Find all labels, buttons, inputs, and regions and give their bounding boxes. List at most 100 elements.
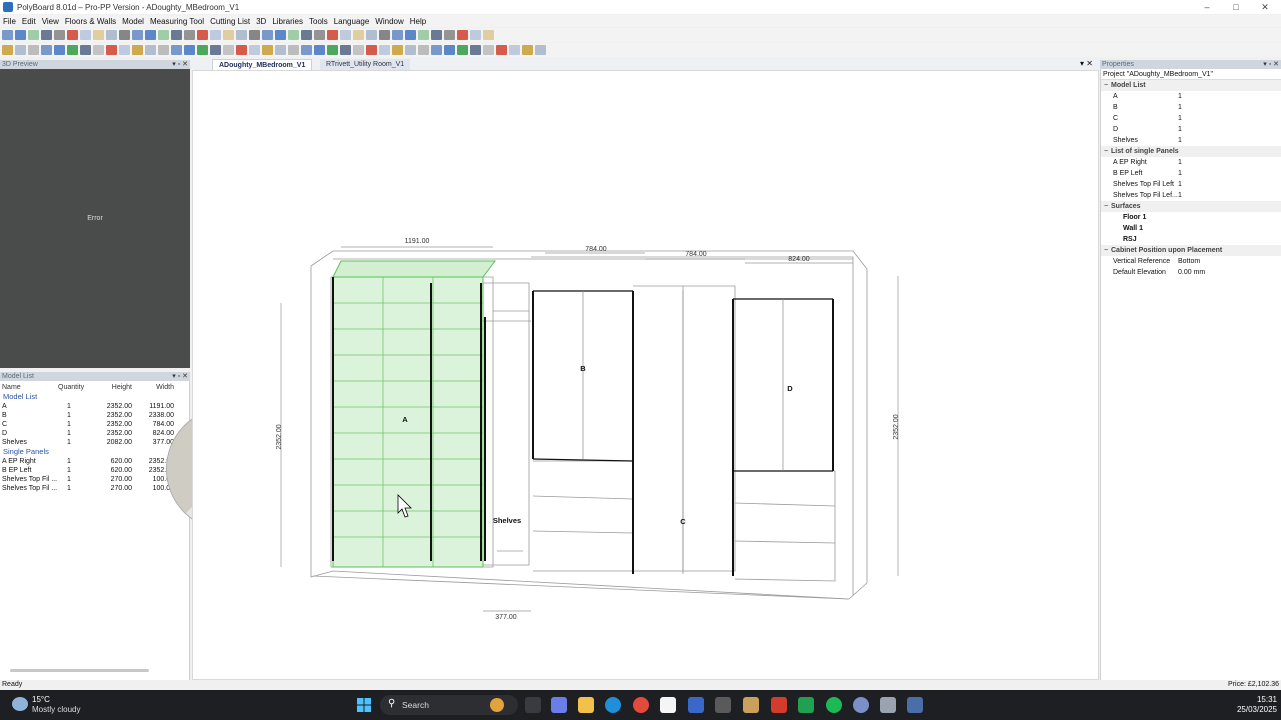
toolbar-tool-icon[interactable] <box>418 30 429 40</box>
model-list-group-label[interactable]: Model List <box>0 392 189 402</box>
toolbar-tool-icon[interactable] <box>132 30 143 40</box>
property-row[interactable]: RSJ <box>1101 234 1281 245</box>
toolbar-tool-icon[interactable] <box>288 30 299 40</box>
toolbar-tool-icon[interactable] <box>93 45 104 55</box>
model-list-row[interactable]: D 1 2352.00 824.00 <box>0 429 189 438</box>
toolbar-tool-icon[interactable] <box>80 45 91 55</box>
toolbar-tool-icon[interactable] <box>483 45 494 55</box>
toolbar-tool-icon[interactable] <box>15 30 26 40</box>
horizontal-scrollbar[interactable] <box>10 669 149 672</box>
property-value[interactable]: 1 <box>1178 124 1281 135</box>
toolbar-tool-icon[interactable] <box>470 45 481 55</box>
toolbar-tool-icon[interactable] <box>210 45 221 55</box>
model-list-row[interactable]: B EP Left 1 620.00 2352.00 <box>0 466 189 475</box>
toolbar-tool-icon[interactable] <box>67 30 78 40</box>
toolbar-tool-icon[interactable] <box>314 30 325 40</box>
notion-icon[interactable] <box>660 697 676 713</box>
property-row[interactable]: D1 <box>1101 124 1281 135</box>
toolbar-tool-icon[interactable] <box>119 45 130 55</box>
taskbar-search-box[interactable]: ⚲ Search <box>380 695 518 715</box>
property-category[interactable]: − List of single Panels <box>1101 146 1281 157</box>
toolbar-tool-icon[interactable] <box>54 45 65 55</box>
toolbar-tool-icon[interactable] <box>366 30 377 40</box>
menu-item-window[interactable]: Window <box>372 17 406 26</box>
toolbar-tool-icon[interactable] <box>366 45 377 55</box>
minimize-button[interactable]: – <box>1193 0 1221 14</box>
property-row[interactable]: B1 <box>1101 102 1281 113</box>
spotify-icon[interactable] <box>826 697 842 713</box>
drawing-canvas[interactable]: 1191.00 784.00 784.00 824.00 2352.00 235… <box>192 70 1099 680</box>
property-value[interactable]: 0.00 mm <box>1178 267 1281 278</box>
panel-controls[interactable]: ▾ ▫ ✕ <box>172 372 188 381</box>
property-value[interactable]: 1 <box>1178 91 1281 102</box>
toolbar-tool-icon[interactable] <box>444 30 455 40</box>
toolbar-tool-icon[interactable] <box>184 30 195 40</box>
toolbar-tool-icon[interactable] <box>431 30 442 40</box>
toolbar-tool-icon[interactable] <box>249 45 260 55</box>
panel-controls[interactable]: ▾ ▫ ✕ <box>172 60 188 69</box>
preview-3d-viewport[interactable]: Error <box>0 69 190 368</box>
toolbar-tool-icon[interactable] <box>509 45 520 55</box>
property-value[interactable] <box>1178 223 1281 234</box>
toolbar-tool-icon[interactable] <box>327 45 338 55</box>
toolbar-tool-icon[interactable] <box>210 30 221 40</box>
red-app-icon[interactable] <box>771 697 787 713</box>
model-list-row[interactable]: B 1 2352.00 2338.00 <box>0 411 189 420</box>
menu-item-model[interactable]: Model <box>119 17 147 26</box>
toolbar-tool-icon[interactable] <box>457 30 468 40</box>
polyboard-app-icon[interactable] <box>907 697 923 713</box>
toolbar-tool-icon[interactable] <box>171 30 182 40</box>
property-row[interactable]: A EP Right 1 <box>1101 157 1281 168</box>
menu-item-view[interactable]: View <box>39 17 62 26</box>
toolbar-tool-icon[interactable] <box>535 45 546 55</box>
toolbar-tool-icon[interactable] <box>301 30 312 40</box>
toolbar-tool-icon[interactable] <box>106 45 117 55</box>
toolbar-tool-icon[interactable] <box>392 45 403 55</box>
menu-item-file[interactable]: File <box>0 17 19 26</box>
toolbar-tool-icon[interactable] <box>184 45 195 55</box>
toolbar-tool-icon[interactable] <box>275 30 286 40</box>
toolbar-tool-icon[interactable] <box>54 30 65 40</box>
property-row[interactable]: Shelves 1 <box>1101 135 1281 146</box>
toolbar-tool-icon[interactable] <box>405 45 416 55</box>
toolbar-tool-icon[interactable] <box>379 45 390 55</box>
toolbar-tool-icon[interactable] <box>171 45 182 55</box>
property-row[interactable]: Default Elevation 0.00 mm <box>1101 267 1281 278</box>
menu-item-help[interactable]: Help <box>407 17 429 26</box>
property-row[interactable]: Wall 1 <box>1101 223 1281 234</box>
toolbar-tool-icon[interactable] <box>392 30 403 40</box>
toolbar-tool-icon[interactable] <box>405 30 416 40</box>
toolbar-tool-icon[interactable] <box>327 30 338 40</box>
property-row[interactable]: B EP Left 1 <box>1101 168 1281 179</box>
column-header-width[interactable]: Width <box>132 383 174 392</box>
property-value[interactable] <box>1178 234 1281 245</box>
cabinet-drawing[interactable]: 1191.00 784.00 784.00 824.00 2352.00 235… <box>193 71 1100 681</box>
collapse-icon[interactable]: − <box>1104 80 1111 91</box>
menu-item-language[interactable]: Language <box>331 17 373 26</box>
toolbar-tool-icon[interactable] <box>496 45 507 55</box>
tabs-controls[interactable]: ▾ ✕ <box>1080 59 1093 68</box>
edge-icon[interactable] <box>605 697 621 713</box>
toolbar-tool-icon[interactable] <box>262 30 273 40</box>
menu-item-cutting-list[interactable]: Cutting List <box>207 17 253 26</box>
menu-item-tools[interactable]: Tools <box>306 17 331 26</box>
toolbar-tool-icon[interactable] <box>379 30 390 40</box>
file-explorer-icon[interactable] <box>578 697 594 713</box>
toolbar-tool-icon[interactable] <box>236 30 247 40</box>
toolbar-tool-icon[interactable] <box>457 45 468 55</box>
toolbar-tool-icon[interactable] <box>223 45 234 55</box>
model-list-row[interactable]: C 1 2352.00 784.00 <box>0 420 189 429</box>
property-value[interactable]: 1 <box>1178 135 1281 146</box>
property-row[interactable]: Shelves Top Fil Left 1 <box>1101 179 1281 190</box>
property-row[interactable]: Floor 1 <box>1101 212 1281 223</box>
toolbar-tool-icon[interactable] <box>158 30 169 40</box>
toolbar-tool-icon[interactable] <box>431 45 442 55</box>
property-row[interactable]: Vertical Reference Bottom <box>1101 256 1281 267</box>
model-list-row[interactable]: Shelves Top Fil ... 1 270.00 100.00 <box>0 475 189 484</box>
model-list-row[interactable]: Shelves Top Fil ... 1 270.00 100.00 <box>0 484 189 493</box>
property-value[interactable]: 1 <box>1178 179 1281 190</box>
property-value[interactable]: 1 <box>1178 190 1281 201</box>
property-category[interactable]: − Cabinet Position upon Placement <box>1101 245 1281 256</box>
toolbar-tool-icon[interactable] <box>93 30 104 40</box>
toolbar-tool-icon[interactable] <box>145 45 156 55</box>
